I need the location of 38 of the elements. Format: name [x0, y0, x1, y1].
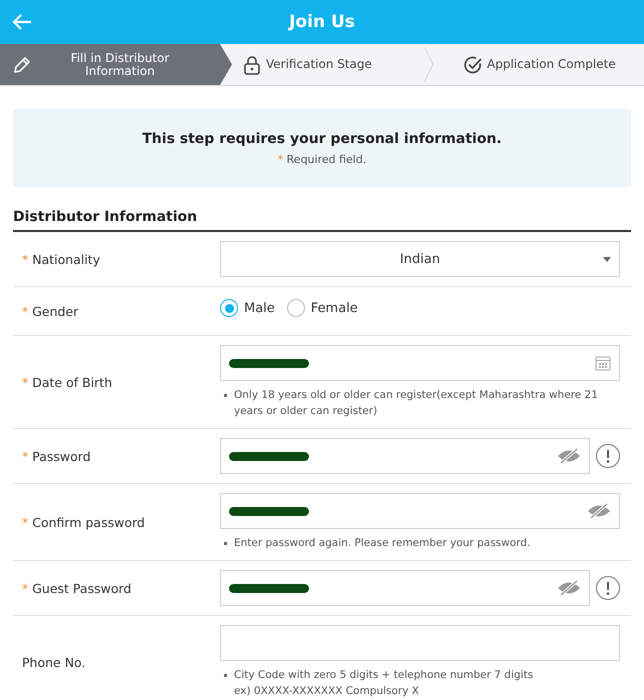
caret-icon — [603, 257, 611, 262]
password-field[interactable] — [220, 570, 590, 606]
required-note: * Required field. — [278, 152, 366, 166]
field-label: * Password — [21, 448, 92, 466]
notice-title: This step requires your personal information. — [142, 130, 502, 146]
field-label: * Nationality — [21, 250, 102, 269]
padlock-icon — [242, 54, 262, 74]
progress-step: Verification Stage — [232, 44, 445, 85]
radio-option[interactable]: Female — [286, 299, 358, 317]
field-label: * Guest Password — [21, 580, 132, 598]
exclamation-icon — [606, 581, 610, 595]
progress-step: Application Complete — [445, 44, 644, 85]
field-label: * Gender — [21, 302, 80, 320]
section-title: Distributor Information — [13, 209, 631, 232]
phone-field[interactable] — [220, 625, 620, 661]
back-arrow-icon — [12, 14, 32, 30]
field-hint: Only 18 years old or older can register(except Maharashtra where 21 years or older can register) — [220, 387, 620, 419]
password-field[interactable] — [220, 438, 590, 474]
eye-slash-icon — [587, 503, 611, 519]
field-hint: Enter password again. Please remember your password. — [220, 535, 620, 551]
field-label: Phone No. — [21, 654, 86, 672]
password-field[interactable] — [220, 493, 620, 529]
field-label: * Confirm password — [21, 514, 146, 532]
info-button[interactable] — [596, 444, 620, 468]
pencil-icon — [12, 54, 32, 74]
field-hint: City Code with zero 5 digits + telephone number 7 digits ex) 0XXXX-XXXXXXX Compulsory X — [220, 667, 620, 699]
page-title: Join Us — [289, 12, 355, 32]
date-field[interactable] — [220, 345, 620, 381]
exclamation-icon — [606, 449, 610, 463]
check-circle-icon — [463, 54, 483, 74]
radio-option[interactable]: Male — [220, 299, 275, 317]
field-label: * Date of Birth — [21, 374, 114, 392]
nationality-dropdown[interactable]: Indian — [220, 241, 620, 277]
calendar-icon — [595, 355, 611, 371]
eye-slash-icon — [557, 580, 581, 596]
info-button[interactable] — [596, 576, 620, 600]
eye-slash-icon — [557, 448, 581, 464]
progress-step: Fill in Distributor Information — [0, 44, 232, 85]
